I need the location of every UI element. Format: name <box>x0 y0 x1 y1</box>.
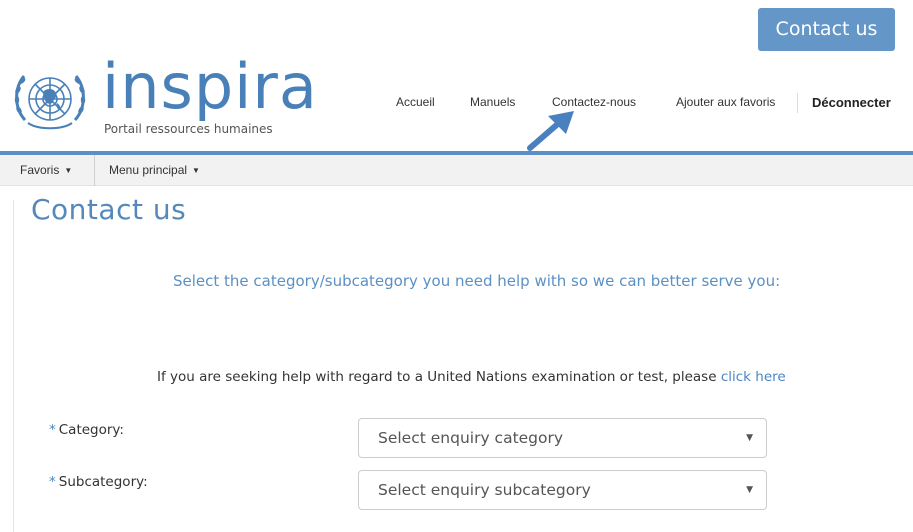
nav-accueil[interactable]: Accueil <box>396 95 435 109</box>
dropdown-triangle-icon: ▼ <box>746 485 753 495</box>
category-label: * Category: <box>49 422 124 438</box>
intro-text: Select the category/subcategory you need… <box>173 272 781 290</box>
subcategory-label-text: Subcategory: <box>58 474 148 490</box>
required-marker: * <box>49 474 56 490</box>
menu-bar: Favoris ▼ Menu principal ▼ <box>0 155 913 186</box>
main-menu[interactable]: Menu principal ▼ <box>109 155 200 186</box>
category-select-value: Select enquiry category <box>378 429 564 447</box>
page-title: Contact us <box>31 193 187 226</box>
exam-help-sentence: If you are seeking help with regard to a… <box>157 369 717 385</box>
required-marker: * <box>49 422 56 438</box>
menu-divider <box>94 155 95 186</box>
favorites-label: Favoris <box>20 163 60 177</box>
nav-deconnecter[interactable]: Déconnecter <box>812 95 891 110</box>
logo-tagline: Portail ressources humaines <box>104 122 273 136</box>
nav-ajouter-favoris[interactable]: Ajouter aux favoris <box>676 95 775 109</box>
pointer-arrow-icon <box>527 111 574 151</box>
nav-divider <box>797 93 798 113</box>
exam-help-text: If you are seeking help with regard to a… <box>157 369 786 385</box>
main-menu-label: Menu principal <box>109 163 188 177</box>
subcategory-select[interactable]: Select enquiry subcategory ▼ <box>358 470 767 510</box>
caret-down-icon: ▼ <box>192 166 200 175</box>
category-label-text: Category: <box>58 422 124 438</box>
contact-us-button[interactable]: Contact us <box>758 8 895 51</box>
exam-help-link[interactable]: click here <box>721 369 786 385</box>
category-select[interactable]: Select enquiry category ▼ <box>358 418 767 458</box>
nav-contactez-nous[interactable]: Contactez-nous <box>552 95 636 109</box>
caret-down-icon: ▼ <box>64 166 73 175</box>
subcategory-select-value: Select enquiry subcategory <box>378 481 591 499</box>
favorites-menu[interactable]: Favoris ▼ <box>20 155 72 186</box>
subcategory-label: * Subcategory: <box>49 474 148 490</box>
content-border <box>13 200 14 532</box>
dropdown-triangle-icon: ▼ <box>746 433 753 443</box>
nav-manuels[interactable]: Manuels <box>470 95 515 109</box>
top-navigation: Accueil Manuels Contactez-nous Ajouter a… <box>0 95 913 111</box>
